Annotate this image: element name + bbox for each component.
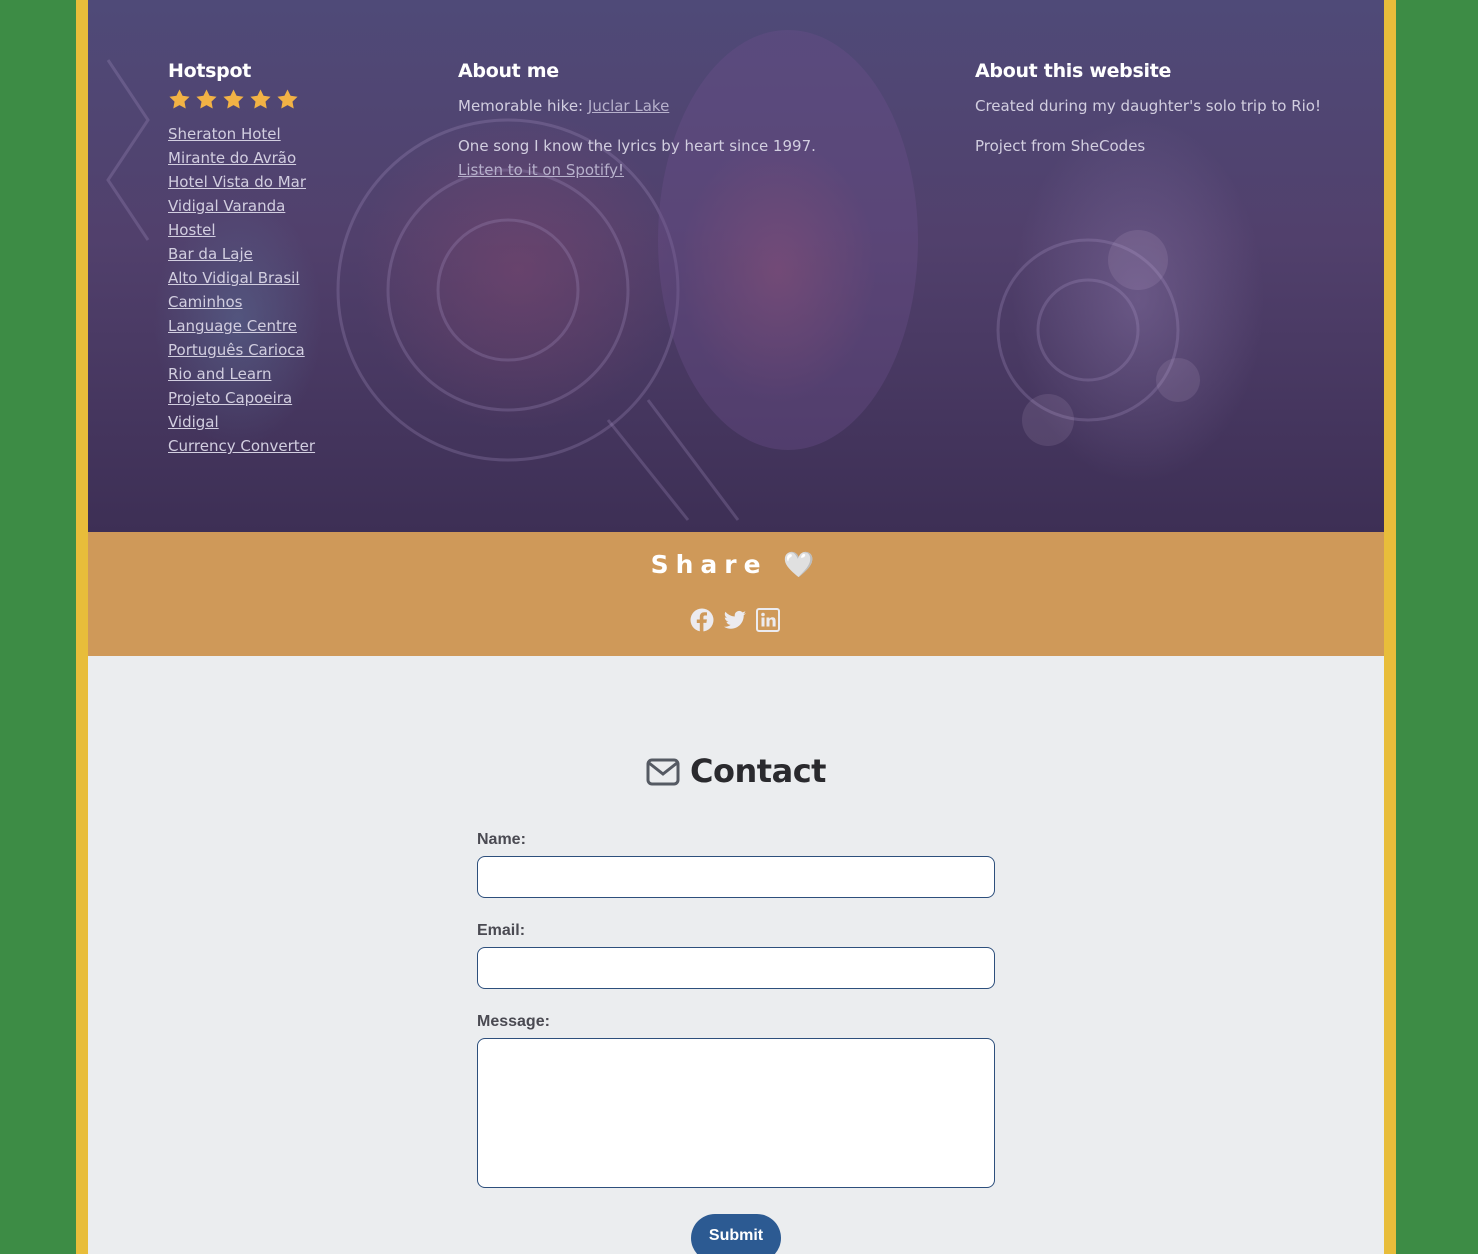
name-input[interactable] (477, 856, 995, 898)
star-icon (223, 89, 244, 109)
about-website-line-1: Created during my daughter's solo trip t… (975, 97, 1321, 115)
message-textarea[interactable] (477, 1038, 995, 1188)
star-rating (168, 88, 428, 116)
page-container: Hotspot Sheraton Hotel Mirante do Avrão … (88, 0, 1384, 1254)
facebook-icon[interactable] (690, 608, 714, 632)
memorable-hike-text: Memorable hike: Juclar Lake (458, 94, 928, 118)
star-icon (196, 89, 217, 109)
hotspot-link-alto-vidigal-brasil[interactable]: Alto Vidigal Brasil (168, 266, 428, 290)
email-input[interactable] (477, 947, 995, 989)
song-text: One song I know the lyrics by heart sinc… (458, 134, 928, 182)
hotspot-link-caminhos[interactable]: Caminhos (168, 290, 428, 314)
song-description: One song I know the lyrics by heart sinc… (458, 137, 816, 155)
star-icon (169, 89, 190, 109)
hotspot-link-projeto-capoeira[interactable]: Projeto Capoeira (168, 386, 428, 410)
mural-footer: Hotspot Sheraton Hotel Mirante do Avrão … (88, 0, 1384, 532)
hotspot-link-vidigal[interactable]: Vidigal (168, 410, 428, 434)
about-website-title: About this website (975, 60, 1172, 82)
hotspot-links: Sheraton Hotel Mirante do Avrão Hotel Vi… (168, 122, 428, 458)
star-icon (277, 89, 298, 109)
yellow-frame: Hotspot Sheraton Hotel Mirante do Avrão … (76, 0, 1396, 1254)
share-icons (690, 608, 780, 632)
hotspot-column: Hotspot Sheraton Hotel Mirante do Avrão … (168, 60, 428, 458)
about-website-line-2: Project from SheCodes (975, 137, 1146, 155)
hotspot-link-vidigal-varanda[interactable]: Vidigal Varanda (168, 194, 428, 218)
contact-form: Name: Email: Message: (477, 828, 995, 1214)
hotspot-link-hotel-vista-do-mar[interactable]: Hotel Vista do Mar (168, 170, 428, 194)
hotspot-link-mirante-do-avrao[interactable]: Mirante do Avrão (168, 146, 428, 170)
message-label: Message: (477, 1013, 550, 1030)
linkedin-icon[interactable] (756, 608, 780, 632)
about-me-column: About me Memorable hike: Juclar Lake One… (458, 60, 928, 182)
about-website-column: About this website Created during my dau… (975, 60, 1365, 158)
hotspot-title: Hotspot (168, 60, 251, 82)
hotspot-link-bar-da-laje[interactable]: Bar da Laje (168, 242, 428, 266)
hotspot-link-hostel[interactable]: Hostel (168, 218, 428, 242)
share-bar: Share 🤍 (88, 532, 1384, 656)
hotspot-link-rio-and-learn[interactable]: Rio and Learn (168, 362, 428, 386)
envelope-icon (646, 756, 680, 794)
hotspot-link-portugues-carioca[interactable]: Português Carioca (168, 338, 428, 362)
memorable-hike-label: Memorable hike: (458, 97, 588, 115)
name-label: Name: (477, 831, 526, 848)
twitter-icon[interactable] (723, 608, 747, 632)
hotspot-link-language-centre[interactable]: Language Centre (168, 314, 428, 338)
juclar-lake-link[interactable]: Juclar Lake (588, 97, 669, 115)
about-me-title: About me (458, 60, 559, 82)
email-label: Email: (477, 922, 526, 939)
contact-title: Contact (690, 752, 826, 790)
hotspot-link-sheraton-hotel[interactable]: Sheraton Hotel (168, 122, 428, 146)
contact-heading: Contact (88, 752, 1384, 794)
star-icon (250, 89, 271, 109)
spotify-link[interactable]: Listen to it on Spotify! (458, 161, 624, 179)
submit-button[interactable]: Submit (691, 1214, 781, 1254)
hotspot-link-currency-converter[interactable]: Currency Converter (168, 434, 428, 458)
share-title: Share 🤍 (650, 550, 822, 579)
